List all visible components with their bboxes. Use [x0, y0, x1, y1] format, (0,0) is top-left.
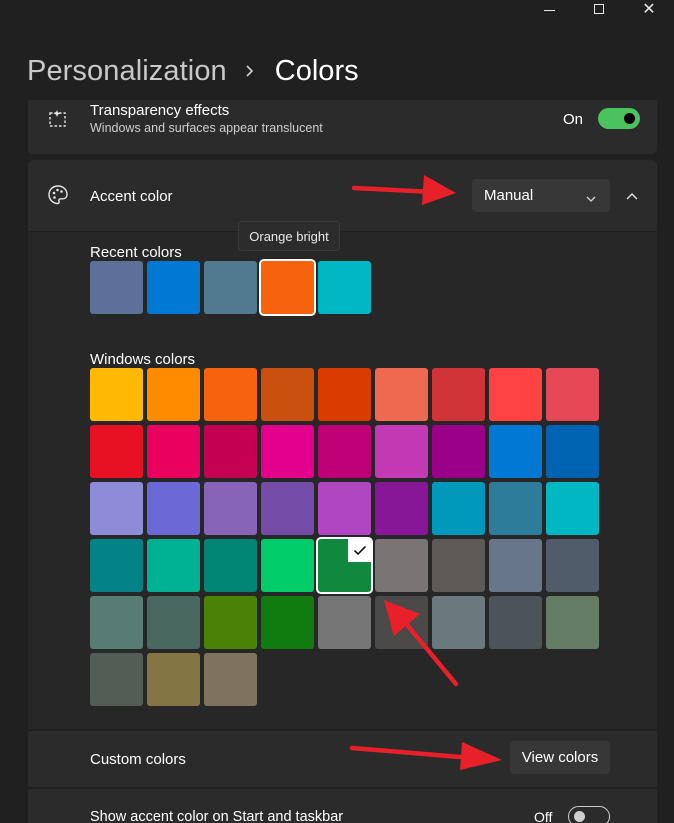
breadcrumb-parent[interactable]: Personalization — [27, 55, 227, 88]
recent-color-swatch[interactable] — [318, 261, 371, 314]
toggle-knob — [574, 811, 585, 822]
maximize-button[interactable] — [574, 0, 624, 18]
windows-color-swatch[interactable] — [147, 596, 200, 649]
windows-color-swatch[interactable] — [489, 596, 542, 649]
accent-mode-value: Manual — [484, 187, 534, 204]
windows-color-swatch[interactable] — [489, 539, 542, 592]
windows-color-swatch[interactable] — [375, 368, 428, 421]
windows-color-swatch[interactable] — [204, 482, 257, 535]
windows-color-swatch[interactable] — [318, 482, 371, 535]
chevron-down-icon — [586, 190, 596, 207]
windows-color-swatch[interactable] — [318, 596, 371, 649]
windows-color-swatch[interactable] — [147, 539, 200, 592]
windows-colors-label: Windows colors — [90, 351, 196, 368]
windows-color-swatch[interactable] — [489, 368, 542, 421]
accent-mode-dropdown[interactable]: Manual — [472, 179, 610, 212]
windows-color-swatch[interactable] — [316, 537, 373, 594]
windows-color-swatch[interactable] — [147, 425, 200, 478]
minimize-icon — [543, 9, 555, 11]
windows-color-swatch[interactable] — [546, 539, 599, 592]
breadcrumb: Personalization Colors — [27, 54, 359, 88]
windows-color-swatch[interactable] — [546, 368, 599, 421]
transparency-icon — [46, 107, 70, 131]
recent-color-swatch[interactable] — [147, 261, 200, 314]
maximize-icon — [594, 4, 604, 14]
recent-colors-label: Recent colors — [90, 244, 182, 261]
color-tooltip: Orange bright — [238, 221, 340, 251]
windows-color-swatch[interactable] — [489, 482, 542, 535]
windows-color-swatch[interactable] — [546, 425, 599, 478]
windows-color-swatch[interactable] — [432, 539, 485, 592]
windows-color-swatch[interactable] — [204, 539, 257, 592]
chevron-right-icon — [245, 64, 255, 78]
transparency-state-label: On — [563, 111, 584, 128]
windows-color-swatch[interactable] — [90, 425, 143, 478]
collapse-button[interactable] — [622, 186, 642, 206]
windows-color-swatch[interactable] — [147, 653, 200, 706]
show-accent-toggle[interactable] — [568, 806, 610, 823]
windows-color-swatch[interactable] — [432, 482, 485, 535]
windows-color-swatch[interactable] — [147, 482, 200, 535]
windows-color-swatch[interactable] — [204, 425, 257, 478]
window-controls: ✕ — [524, 0, 674, 20]
chevron-up-icon — [626, 193, 638, 200]
windows-color-swatch[interactable] — [546, 482, 599, 535]
windows-color-swatch[interactable] — [90, 596, 143, 649]
annotation-arrow-selected — [384, 600, 459, 687]
windows-color-swatch[interactable] — [375, 539, 428, 592]
minimize-button[interactable] — [524, 0, 574, 18]
recent-color-swatch[interactable] — [204, 261, 257, 314]
close-icon: ✕ — [642, 1, 656, 18]
close-button[interactable]: ✕ — [624, 0, 674, 18]
windows-color-swatch[interactable] — [375, 425, 428, 478]
recent-color-swatch[interactable] — [259, 259, 316, 316]
checkmark-icon — [348, 539, 371, 562]
windows-color-swatch[interactable] — [90, 539, 143, 592]
annotation-arrow-view-colors — [349, 742, 502, 770]
palette-icon — [46, 183, 70, 207]
accent-color-title: Accent color — [90, 188, 173, 205]
view-colors-button[interactable]: View colors — [510, 741, 610, 774]
windows-color-swatch[interactable] — [90, 653, 143, 706]
transparency-toggle[interactable] — [598, 108, 640, 129]
page-title: Colors — [274, 54, 359, 87]
windows-color-swatch[interactable] — [432, 425, 485, 478]
windows-color-swatch[interactable] — [90, 482, 143, 535]
windows-color-swatch[interactable] — [261, 539, 314, 592]
windows-color-swatch[interactable] — [489, 425, 542, 478]
accent-color-row[interactable]: Accent color Manual — [28, 160, 657, 231]
windows-color-swatch[interactable] — [204, 653, 257, 706]
windows-color-swatch[interactable] — [147, 368, 200, 421]
recent-color-swatch[interactable] — [90, 261, 143, 314]
windows-color-swatch[interactable] — [546, 596, 599, 649]
windows-color-swatch[interactable] — [261, 596, 314, 649]
annotation-arrow-dropdown — [351, 175, 456, 205]
custom-colors-label: Custom colors — [90, 751, 186, 768]
windows-color-swatch[interactable] — [432, 368, 485, 421]
windows-color-swatch[interactable] — [204, 368, 257, 421]
windows-color-swatch[interactable] — [318, 368, 371, 421]
transparency-effects-row: Transparency effects Windows and surface… — [28, 100, 657, 154]
windows-color-swatch[interactable] — [318, 425, 371, 478]
windows-color-swatch[interactable] — [204, 596, 257, 649]
show-accent-label: Show accent color on Start and taskbar — [90, 809, 344, 823]
toggle-knob — [624, 113, 635, 124]
transparency-subtitle: Windows and surfaces appear translucent — [90, 121, 323, 135]
windows-color-swatch[interactable] — [261, 482, 314, 535]
windows-color-swatch[interactable] — [375, 482, 428, 535]
windows-color-swatch[interactable] — [90, 368, 143, 421]
windows-color-swatch[interactable] — [261, 368, 314, 421]
show-accent-state-label: Off — [534, 809, 553, 823]
transparency-title: Transparency effects — [90, 102, 230, 119]
windows-color-swatch[interactable] — [261, 425, 314, 478]
